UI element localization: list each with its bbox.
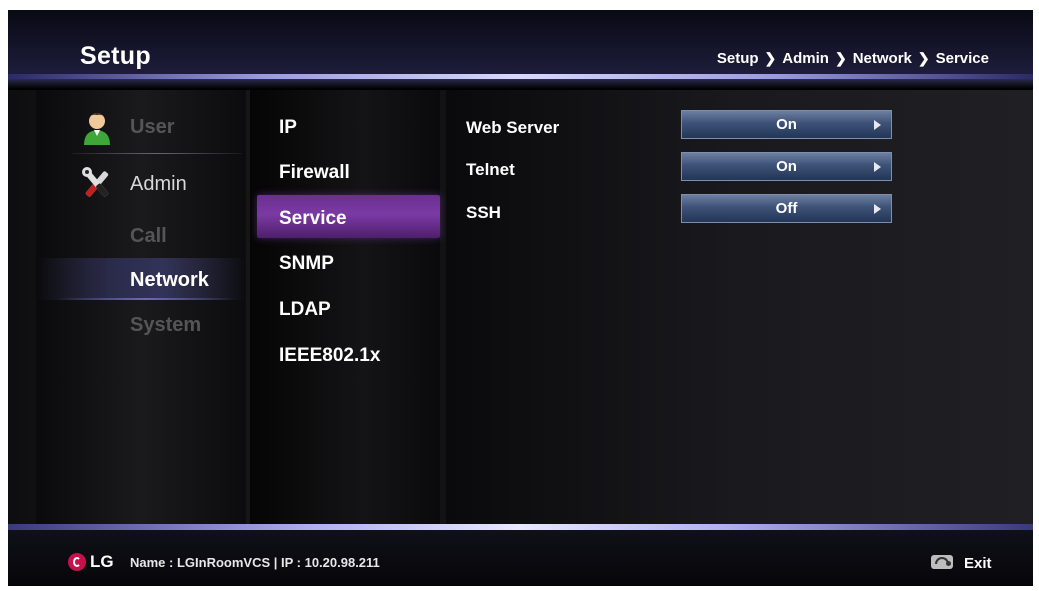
submenu-network[interactable]: Network	[130, 269, 209, 292]
header-glow	[8, 79, 1033, 89]
submenu-call[interactable]: Call	[130, 225, 167, 248]
arrow-right-icon	[874, 204, 881, 214]
network-menu-snmp[interactable]: SNMP	[279, 253, 334, 275]
lg-logo-icon	[68, 553, 86, 571]
breadcrumb-separator-icon: ❯	[764, 50, 777, 66]
breadcrumb-item: Network	[852, 50, 912, 67]
web-server-label: Web Server	[466, 118, 560, 137]
network-menu-ieee8021x[interactable]: IEEE802.1x	[279, 345, 380, 367]
arrow-right-icon	[874, 120, 881, 130]
page-title: Setup	[80, 42, 151, 70]
breadcrumb-item: Service	[935, 50, 989, 67]
ssh-label: SSH	[466, 203, 501, 222]
exit-button[interactable]: Exit	[964, 555, 992, 572]
submenu-system[interactable]: System	[130, 314, 201, 337]
breadcrumb-separator-icon: ❯	[834, 50, 847, 66]
network-menu-service[interactable]: Service	[279, 208, 347, 230]
telnet-select[interactable]: On	[681, 152, 892, 181]
breadcrumb-separator-icon: ❯	[917, 50, 930, 66]
user-icon	[84, 113, 110, 145]
header: Setup Setup ❯ Admin ❯ Network ❯ Service	[8, 10, 1033, 76]
exit-phone-icon[interactable]	[931, 555, 953, 569]
ssh-select[interactable]: Off	[681, 194, 892, 223]
network-menu-ip[interactable]: IP	[279, 117, 297, 139]
footer: LG Name : LGInRoomVCS | IP : 10.20.98.21…	[8, 530, 1033, 586]
breadcrumb: Setup ❯ Admin ❯ Network ❯ Service	[717, 50, 989, 67]
category-admin[interactable]: Admin	[130, 173, 187, 196]
category-panel	[36, 90, 246, 525]
setup-screen: Setup Setup ❯ Admin ❯ Network ❯ Service …	[8, 10, 1033, 586]
category-user[interactable]: User	[130, 116, 174, 139]
telnet-label: Telnet	[466, 160, 515, 179]
telnet-value: On	[776, 158, 797, 175]
network-menu-firewall[interactable]: Firewall	[279, 162, 350, 184]
web-server-value: On	[776, 116, 797, 133]
device-info: Name : LGInRoomVCS | IP : 10.20.98.211	[130, 555, 380, 570]
ssh-value: Off	[775, 200, 798, 217]
brand-name: LG	[90, 552, 114, 571]
network-menu-ldap[interactable]: LDAP	[279, 299, 331, 321]
breadcrumb-item: Setup	[716, 50, 759, 67]
tools-icon	[82, 167, 109, 197]
web-server-select[interactable]: On	[681, 110, 892, 139]
category-divider	[72, 153, 242, 154]
breadcrumb-item: Admin	[782, 50, 829, 67]
arrow-right-icon	[874, 162, 881, 172]
